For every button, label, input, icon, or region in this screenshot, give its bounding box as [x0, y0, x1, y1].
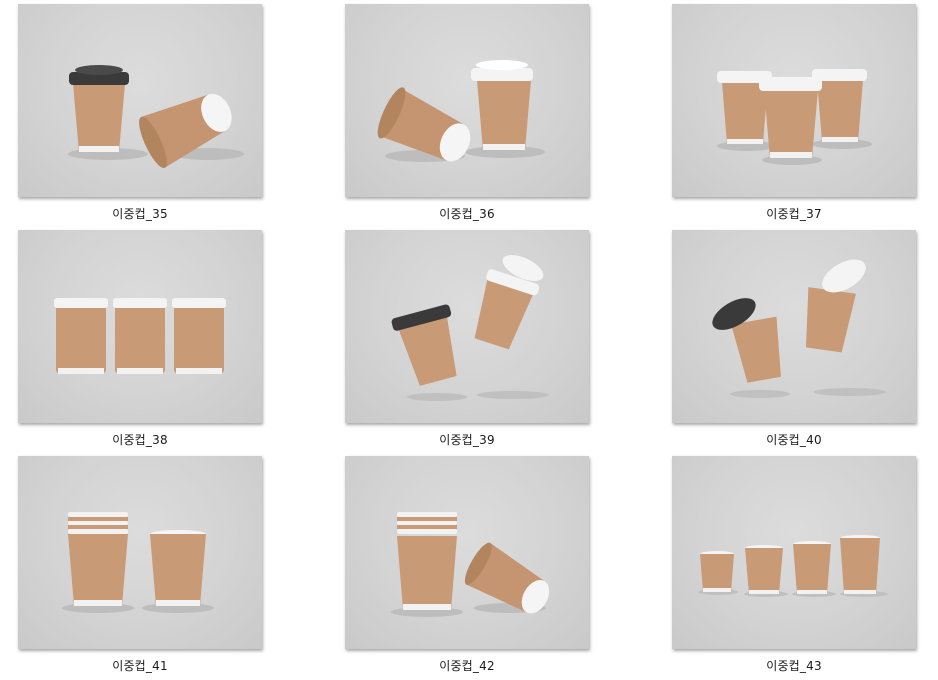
file-name: 이중컵_36 [439, 207, 495, 221]
image-thumbnail[interactable] [18, 4, 262, 197]
file-item[interactable]: 이중컵_39 [345, 230, 591, 452]
file-item[interactable]: 이중컵_43 [672, 456, 918, 678]
file-thumbnail-grid: 이중컵_35 이중컵_36 이중컵_37 이중컵_38 이중컵_39 이중컵_4… [0, 0, 938, 680]
image-thumbnail[interactable] [672, 230, 916, 423]
file-item[interactable]: 이중컵_35 [18, 4, 264, 226]
file-item[interactable]: 이중컵_37 [672, 4, 918, 226]
file-name: 이중컵_43 [766, 659, 822, 673]
file-item[interactable]: 이중컵_40 [672, 230, 918, 452]
file-name: 이중컵_39 [439, 433, 495, 447]
image-thumbnail[interactable] [345, 456, 589, 649]
file-item[interactable]: 이중컵_38 [18, 230, 264, 452]
image-thumbnail[interactable] [18, 456, 262, 649]
file-name: 이중컵_35 [112, 207, 168, 221]
file-name: 이중컵_41 [112, 659, 168, 673]
file-name: 이중컵_42 [439, 659, 495, 673]
file-name: 이중컵_37 [766, 207, 822, 221]
image-thumbnail[interactable] [345, 230, 589, 423]
file-item[interactable]: 이중컵_36 [345, 4, 591, 226]
file-name: 이중컵_40 [766, 433, 822, 447]
image-thumbnail[interactable] [18, 230, 262, 423]
image-thumbnail[interactable] [345, 4, 589, 197]
file-item[interactable]: 이중컵_41 [18, 456, 264, 678]
image-thumbnail[interactable] [672, 456, 916, 649]
file-item[interactable]: 이중컵_42 [345, 456, 591, 678]
file-name: 이중컵_38 [112, 433, 168, 447]
image-thumbnail[interactable] [672, 4, 916, 197]
